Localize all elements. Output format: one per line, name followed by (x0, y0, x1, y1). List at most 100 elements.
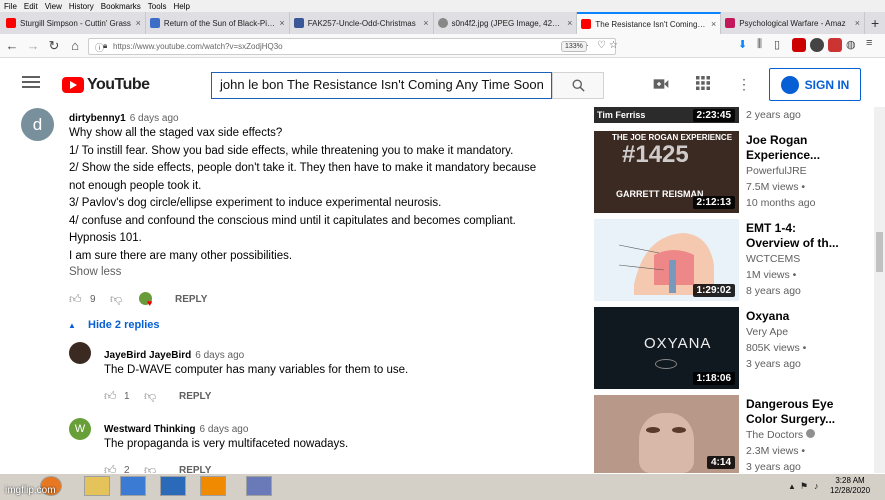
zoom-level[interactable]: 133% (561, 41, 587, 52)
hamburger-menu-icon[interactable]: ≡ (866, 37, 872, 49)
close-tab-icon[interactable]: × (711, 19, 716, 29)
video-thumbnail[interactable]: Tim Ferriss 2:23:45 (594, 107, 739, 123)
comment-time[interactable]: 6 days ago (130, 113, 179, 124)
bookmark-star-icon[interactable]: ☆ (609, 40, 618, 51)
video-thumbnail[interactable]: OXYANA 1:18:06 (594, 307, 739, 389)
search-input[interactable]: john le bon The Resistance Isn't Coming … (211, 72, 552, 99)
show-less-link[interactable]: Show less (69, 266, 121, 278)
reply-button[interactable]: REPLY (179, 391, 211, 402)
download-icon[interactable]: ⬇ (738, 38, 747, 51)
image-favicon-icon (437, 18, 448, 28)
menu-help[interactable]: Help (173, 2, 189, 11)
youtube-logo[interactable]: YouTube (62, 76, 150, 94)
browser-tab[interactable]: FAK257-Uncle-Odd-Christmas × (290, 12, 434, 34)
youtube-favicon-icon (6, 18, 16, 28)
reload-icon[interactable]: ↻ (45, 37, 63, 55)
browser-tab-active[interactable]: The Resistance Isn't Coming Any × (577, 12, 722, 34)
close-tab-icon[interactable]: × (423, 18, 428, 28)
avatar[interactable] (69, 342, 91, 364)
app-taskbar-icon[interactable] (246, 476, 272, 496)
comment-line: Hypnosis 101. (69, 232, 142, 244)
dislike-icon[interactable]: 👎︎ (144, 389, 156, 404)
system-clock[interactable]: 3:28 AM 12/28/2020 (830, 476, 870, 496)
home-icon[interactable]: ⌂ (66, 37, 84, 55)
adblock-extension-icon[interactable] (828, 38, 842, 52)
scrollbar-thumb[interactable] (876, 232, 883, 272)
browser-tab[interactable]: s0n4f2.jpg (JPEG Image, 420 × × (434, 12, 578, 34)
extension-icon[interactable] (810, 38, 824, 52)
app-taskbar-icon[interactable] (160, 476, 186, 496)
video-title[interactable]: EMT 1-4: Overview of th... (746, 221, 841, 251)
back-arrow-icon[interactable]: ← (3, 37, 21, 55)
close-tab-icon[interactable]: × (855, 18, 860, 28)
comment-author[interactable]: dirtybenny1 (69, 113, 126, 124)
laurel-badge-icon (655, 359, 677, 369)
file-explorer-taskbar-icon[interactable] (84, 476, 110, 496)
menu-edit[interactable]: Edit (24, 2, 38, 11)
sidebar-icon[interactable]: ▯ (774, 38, 780, 51)
video-title[interactable]: Dangerous Eye Color Surgery... (746, 397, 841, 427)
view-count: 7.5M views (746, 181, 799, 193)
forward-arrow-icon[interactable]: → (24, 37, 42, 55)
network-icon[interactable]: ⚑ (800, 481, 808, 492)
menu-file[interactable]: File (4, 2, 17, 11)
dislike-icon[interactable]: 👎︎ (110, 292, 122, 307)
chevron-up-icon[interactable]: ▲ (68, 321, 76, 330)
video-thumbnail[interactable]: THE JOE ROGAN EXPERIENCE #1425 GARRETT R… (594, 131, 739, 213)
reply-author[interactable]: Westward Thinking (104, 424, 196, 435)
more-vert-icon[interactable]: ⋮ (737, 76, 751, 93)
channel-name[interactable]: The Doctors (746, 429, 803, 441)
tray-arrow-icon[interactable]: ▲ (788, 482, 796, 491)
reply-button[interactable]: REPLY (175, 294, 207, 305)
video-thumbnail[interactable]: 1:29:02 (594, 219, 739, 301)
thumbnail-text: #1425 (622, 141, 689, 168)
sign-in-button[interactable]: SIGN IN (769, 68, 861, 101)
menu-history[interactable]: History (69, 2, 94, 11)
like-icon[interactable]: 👍︎ (69, 292, 82, 307)
reply-author[interactable]: JayeBird JayeBird (104, 350, 191, 361)
ublock-extension-icon[interactable] (792, 38, 806, 52)
create-video-icon[interactable] (653, 78, 669, 90)
reply-time[interactable]: 6 days ago (195, 350, 244, 361)
pocket-icon[interactable]: ♡ (597, 40, 606, 51)
video-title[interactable]: Oxyana (746, 309, 841, 324)
menu-tools[interactable]: Tools (148, 2, 167, 11)
menu-view[interactable]: View (45, 2, 62, 11)
channel-name[interactable]: Very Ape (746, 324, 841, 340)
close-tab-icon[interactable]: × (279, 18, 284, 28)
browser-tab[interactable]: Sturgill Simpson - Cuttin' Grass × (2, 12, 146, 34)
channel-name[interactable]: WCTCEMS (746, 251, 841, 267)
library-icon[interactable]: ⫼ (757, 38, 762, 51)
apps-grid-icon[interactable] (696, 76, 710, 90)
youtube-favicon-icon (581, 19, 592, 29)
tab-bar: Sturgill Simpson - Cuttin' Grass × Return… (0, 12, 885, 34)
close-tab-icon[interactable]: × (136, 18, 141, 28)
close-tab-icon[interactable]: × (567, 18, 572, 28)
avatar[interactable]: W (69, 418, 91, 440)
extension-icon[interactable]: ◍ (846, 38, 856, 51)
thumbnail-text: GARRETT REISMAN (616, 189, 704, 199)
view-count: 1M views (746, 269, 790, 281)
vlc-taskbar-icon[interactable] (200, 476, 226, 496)
video-thumbnail[interactable]: 4:14 (594, 395, 739, 473)
app-taskbar-icon[interactable] (120, 476, 146, 496)
search-button[interactable] (552, 72, 604, 99)
hide-replies-button[interactable]: Hide 2 replies (88, 319, 160, 331)
browser-tab[interactable]: Return of the Sun of Black-Pilled Vi× (146, 12, 290, 34)
reply-header: JayeBird JayeBird 6 days ago (104, 345, 244, 363)
new-tab-button[interactable]: + (865, 12, 885, 34)
comment-line: Why show all the staged vax side effects… (69, 127, 283, 139)
browser-tab[interactable]: Psychological Warfare - Amaz × (721, 12, 866, 34)
avatar[interactable]: d (21, 108, 54, 141)
url-bar[interactable]: ⓘ 🔒︎ https://www.youtube.com/watch?v=sxZ… (88, 38, 618, 55)
like-icon[interactable]: 👍︎ (104, 389, 117, 404)
lock-icon: 🔒︎ (103, 41, 108, 50)
video-title[interactable]: Joe Rogan Experience... (746, 133, 841, 163)
channel-name[interactable]: PowerfulJRE (746, 163, 841, 179)
page-scrollbar[interactable] (874, 107, 885, 473)
menu-bookmarks[interactable]: Bookmarks (101, 2, 141, 11)
reply-time[interactable]: 6 days ago (200, 424, 249, 435)
tab-title: Psychological Warfare - Amaz (739, 18, 846, 28)
guide-menu-icon[interactable] (22, 76, 40, 88)
volume-icon[interactable]: ♪ (814, 481, 819, 491)
